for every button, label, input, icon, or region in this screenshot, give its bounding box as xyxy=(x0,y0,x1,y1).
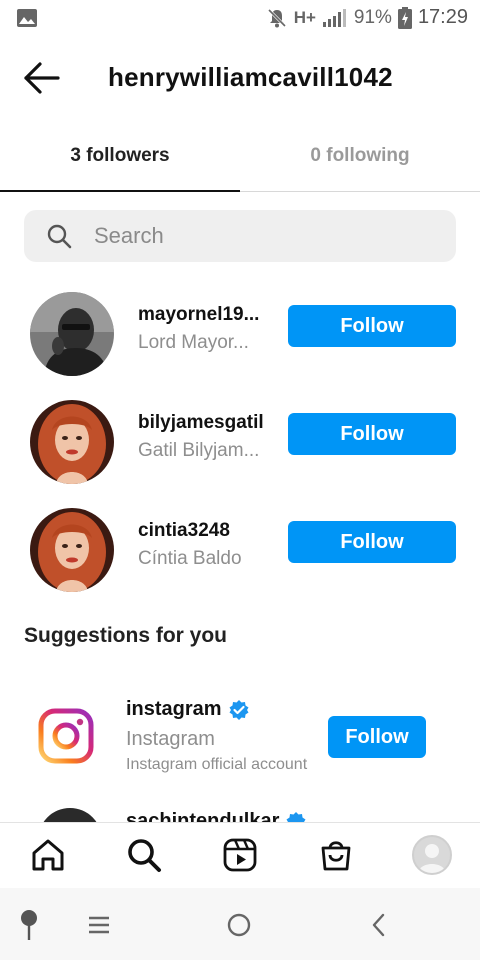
suggestion-username-row[interactable]: instagram xyxy=(126,698,250,721)
instagram-logo-icon[interactable] xyxy=(38,708,94,764)
suggestion-description: Instagram official account xyxy=(126,756,308,773)
system-navigation-bar xyxy=(0,888,480,960)
reels-icon[interactable] xyxy=(220,835,260,875)
signal-icon xyxy=(322,8,346,27)
follow-button[interactable]: Follow xyxy=(288,305,456,347)
home-circle-icon[interactable] xyxy=(222,908,256,942)
profile-avatar[interactable] xyxy=(412,835,452,875)
follower-fullname: Lord Mayor... xyxy=(138,332,249,353)
suggestion-row[interactable]: sachintendulkar xyxy=(0,800,480,824)
suggestions-title: Suggestions for you xyxy=(24,624,228,647)
suggestion-row[interactable]: instagram Instagram Instagram official a… xyxy=(0,686,480,786)
recents-icon[interactable] xyxy=(82,908,116,942)
home-icon[interactable] xyxy=(28,835,68,875)
search-icon xyxy=(47,224,72,249)
battery-percent: 91% xyxy=(353,6,392,28)
battery-icon xyxy=(397,6,412,29)
back-chevron-icon[interactable] xyxy=(362,908,396,942)
profile-header: henrywilliamcavill1042 xyxy=(0,40,480,120)
suggestion-username[interactable]: instagram xyxy=(126,698,222,721)
clock: 17:29 xyxy=(417,6,468,28)
shop-icon[interactable] xyxy=(316,835,356,875)
follow-tabs: 3 followers 0 following xyxy=(0,120,480,192)
avatar[interactable] xyxy=(30,508,114,592)
search-input[interactable] xyxy=(94,223,424,249)
page-title: henrywilliamcavill1042 xyxy=(108,62,393,92)
follower-username[interactable]: bilyjamesgatil xyxy=(138,412,274,434)
follower-username[interactable]: mayornel19... xyxy=(138,304,274,326)
verified-badge-icon xyxy=(229,699,249,720)
follow-button[interactable]: Follow xyxy=(328,716,426,758)
network-type: H+ xyxy=(293,7,316,27)
follower-username[interactable]: cintia3248 xyxy=(138,520,274,542)
mute-icon xyxy=(267,8,286,27)
follow-button[interactable]: Follow xyxy=(288,521,456,563)
avatar[interactable] xyxy=(30,400,114,484)
search-icon[interactable] xyxy=(124,835,164,875)
tab-followers[interactable]: 3 followers xyxy=(0,120,240,192)
assistant-icon[interactable] xyxy=(12,908,46,942)
follow-button[interactable]: Follow xyxy=(288,413,456,455)
follower-row[interactable]: cintia3248 Cíntia Baldo Follow xyxy=(0,500,480,600)
follower-row[interactable]: mayornel19... Lord Mayor... Follow xyxy=(0,284,480,384)
gallery-icon xyxy=(17,9,37,27)
bottom-navigation xyxy=(0,822,480,888)
tab-following[interactable]: 0 following xyxy=(240,120,480,192)
avatar[interactable] xyxy=(30,292,114,376)
status-bar: H+ 91% 17:29 xyxy=(0,0,480,40)
back-arrow-icon[interactable] xyxy=(22,60,62,96)
search-bar[interactable] xyxy=(24,210,456,262)
follower-row[interactable]: bilyjamesgatil Gatil Bilyjam... Follow xyxy=(0,392,480,492)
active-tab-indicator xyxy=(0,190,240,192)
follower-fullname: Cíntia Baldo xyxy=(138,548,242,569)
suggestion-fullname: Instagram xyxy=(126,728,215,750)
follower-fullname: Gatil Bilyjam... xyxy=(138,440,260,461)
